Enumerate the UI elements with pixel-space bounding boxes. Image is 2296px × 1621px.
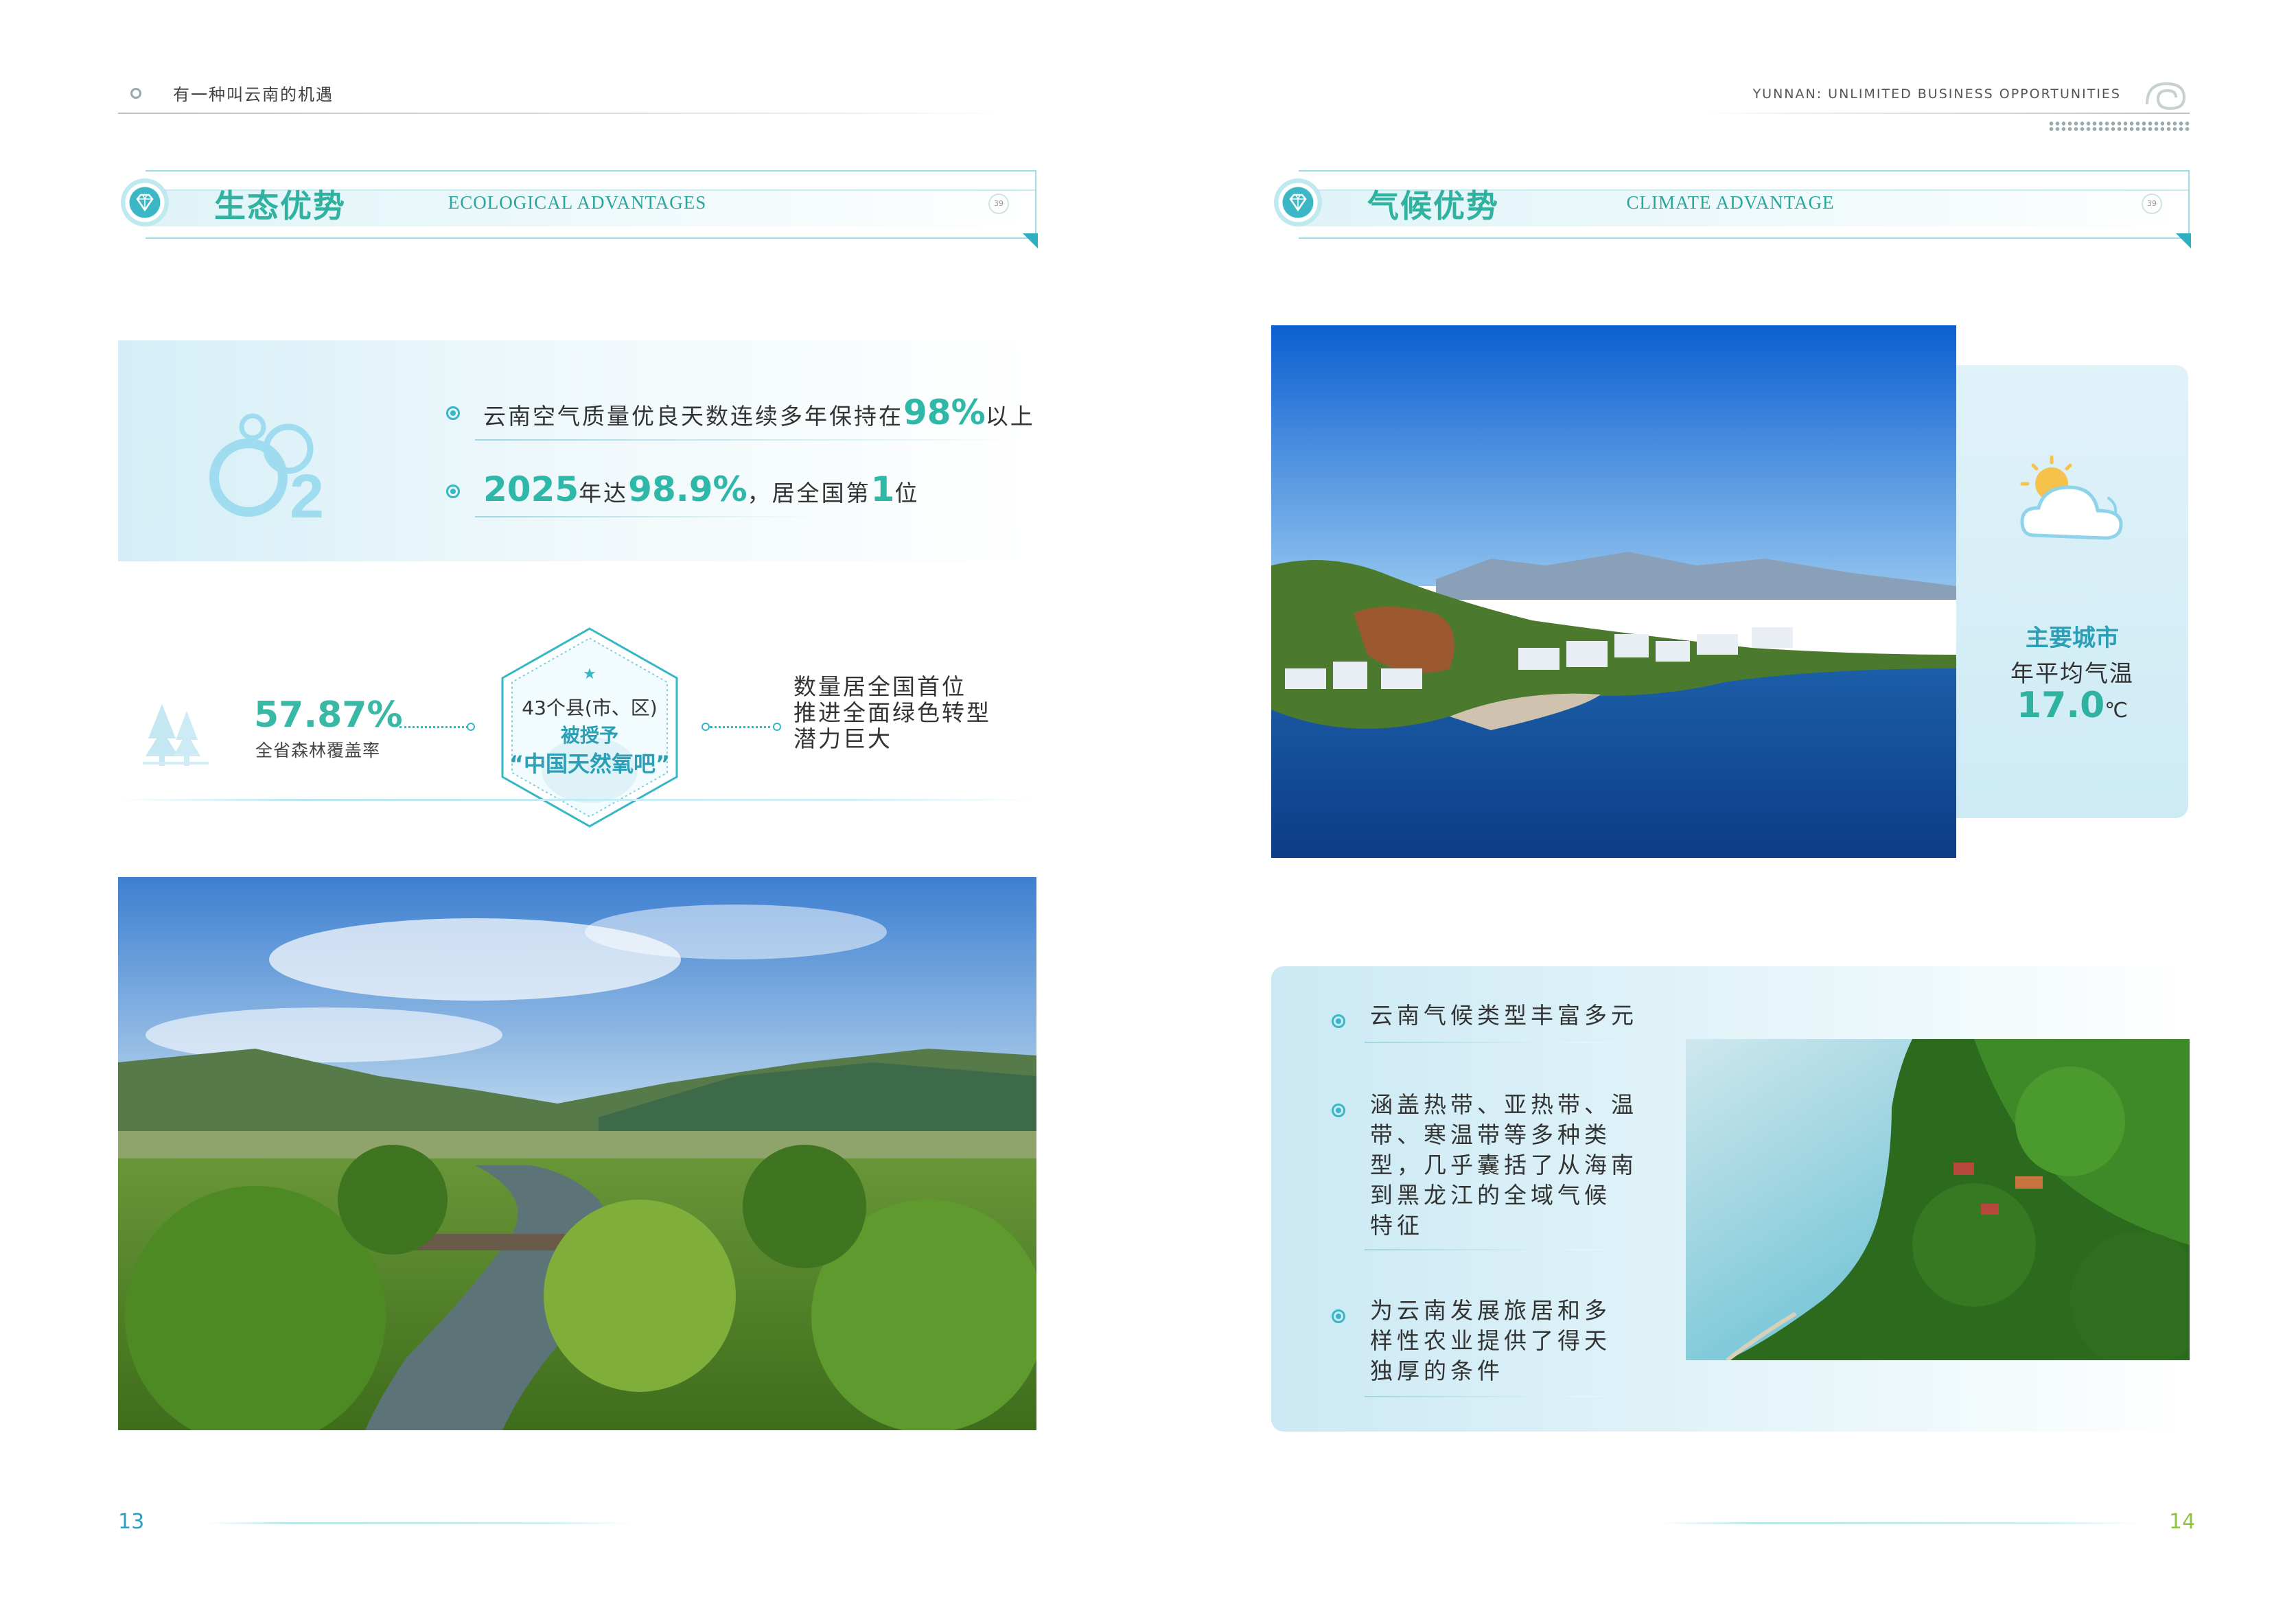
forest-right-line-3: 潜力巨大 — [793, 725, 892, 752]
section-title-en: ECOLOGICAL ADVANTAGES — [448, 192, 707, 213]
connector-ring — [773, 723, 781, 731]
forest-label: 全省森林覆盖率 — [255, 740, 381, 760]
climate-item-2-line: 涵盖热带、亚热带、温 — [1370, 1091, 1638, 1118]
connector-left — [399, 726, 468, 728]
o2-line-1-rule — [475, 439, 1017, 441]
temp-value-row: 17.0℃ — [1956, 685, 2188, 726]
sun-cloud-icon — [2020, 455, 2123, 540]
banner-corner — [1023, 233, 1038, 248]
climate-item-2-line: 到黑龙江的全域气候 — [1370, 1182, 1611, 1209]
header-dot-icon — [130, 88, 141, 99]
section-title-en: CLIMATE ADVANTAGE — [1626, 192, 1835, 213]
climate-item-3-line: 为云南发展旅居和多 — [1370, 1297, 1611, 1324]
forest-percent: 57.87% — [254, 695, 403, 736]
forest-right-line-1: 数量居全国首位 — [793, 673, 966, 700]
o2-line-2-mid2: ，居全国第 — [747, 480, 871, 506]
o2-line-1: 云南空气质量优良天数连续多年保持在98%以上 — [483, 393, 1035, 432]
forest-right-text: 数量居全国首位 推进全面绿色转型 潜力巨大 — [793, 674, 991, 752]
o2-line-2-rule — [475, 516, 818, 517]
climate-item-3-rule — [1365, 1396, 1639, 1397]
footer-rule-left — [206, 1522, 631, 1524]
connector-right — [710, 726, 776, 728]
bullet-icon — [446, 406, 460, 420]
forest-floor-line — [118, 799, 1036, 801]
o2-line-1-pre: 云南空气质量优良天数连续多年保持在 — [483, 403, 903, 430]
climate-item-3-line: 独厚的条件 — [1370, 1357, 1504, 1384]
header-right: YUNNAN: UNLIMITED BUSINESS OPPORTUNITIES — [1716, 77, 2190, 115]
banner-badge: 39 — [2142, 194, 2162, 214]
lake-town-photo — [1271, 325, 1956, 858]
header-left-title: 有一种叫云南的机遇 — [173, 85, 334, 104]
snail-logo-icon — [2146, 82, 2186, 110]
bullet-icon — [446, 485, 460, 498]
connector-ring — [701, 723, 710, 731]
hex-star: ★ — [583, 666, 596, 683]
o2-line-2-mid: 年达 — [579, 480, 629, 506]
forest-right-line-2: 推进全面绿色转型 — [793, 699, 991, 726]
o2-line-2-num: 98.9% — [628, 469, 747, 509]
footer-rule-right — [1661, 1522, 2142, 1524]
o2-line-2-rank: 1 — [870, 469, 895, 509]
o2-line-2-year: 2025 — [483, 469, 579, 509]
temp-label: 年平均气温 — [2010, 660, 2134, 688]
river-landscape-photo — [118, 877, 1036, 1430]
svg-text:2: 2 — [290, 463, 324, 526]
climate-item-3: 为云南发展旅居和多 样性农业提供了得天 独厚的条件 — [1370, 1296, 1611, 1386]
header-right-title: YUNNAN: UNLIMITED BUSINESS OPPORTUNITIES — [1752, 86, 2121, 102]
temp-value: 17.0 — [2016, 685, 2105, 726]
header-left: 有一种叫云南的机遇 — [118, 77, 1010, 115]
o2-bubbles-icon: 2 — [209, 413, 324, 526]
page-number-left: 13 — [118, 1510, 145, 1534]
climate-item-2: 涵盖热带、亚热带、温 带、寒温带等多种类 型，几乎囊括了从海南 到黑龙江的全域气… — [1370, 1090, 1638, 1241]
bullet-icon — [1332, 1014, 1345, 1028]
o2-line-2-post: 位 — [894, 480, 920, 506]
hex-line-1: 43个县(市、区) — [522, 697, 658, 719]
hex-line-2: 被授予 — [560, 724, 618, 747]
temperature-card: 主要城市 年平均气温 17.0℃ — [1956, 365, 2188, 818]
tree-icon — [143, 704, 209, 766]
climate-item-2-line: 带、寒温带等多种类 — [1370, 1121, 1611, 1148]
header-dot-pattern — [2048, 121, 2190, 132]
o2-line-1-num: 98% — [903, 393, 986, 432]
o2-line-2: 2025年达98.9%，居全国第1位 — [483, 469, 919, 509]
o2-panel: 2 云南空气质量优良天数连续多年保持在98%以上 2025年达98.9%，居全国… — [118, 340, 1038, 561]
climate-item-2-rule — [1365, 1249, 1639, 1250]
bullet-icon — [1332, 1104, 1345, 1117]
hex-line-3: “中国天然氧吧” — [509, 751, 671, 777]
climate-item-1: 云南气候类型丰富多元 — [1370, 1002, 1638, 1029]
page-number-right: 14 — [2169, 1510, 2196, 1534]
temp-title: 主要城市 — [2026, 625, 2119, 652]
forest-lake-photo — [1686, 1039, 2190, 1360]
climate-item-2-line: 特征 — [1370, 1212, 1424, 1239]
climate-item-3-line: 样性农业提供了得天 — [1370, 1327, 1611, 1354]
connector-ring — [467, 723, 475, 731]
header-left-rule — [118, 113, 1010, 114]
climate-item-1-rule — [1365, 1042, 1639, 1043]
banner-corner — [2176, 233, 2191, 248]
temp-unit: ℃ — [2104, 699, 2128, 723]
section-banner-climate: 气候优势 CLIMATE ADVANTAGE 39 — [1271, 170, 2191, 248]
o2-line-1-post: 以上 — [985, 403, 1035, 430]
banner-badge: 39 — [988, 194, 1009, 214]
bullet-icon — [1332, 1309, 1345, 1323]
climate-item-2-line: 型，几乎囊括了从海南 — [1370, 1152, 1638, 1178]
section-banner-ecological: 生态优势 ECOLOGICAL ADVANTAGES 39 — [118, 170, 1038, 248]
header-right-rule — [1702, 113, 2190, 114]
